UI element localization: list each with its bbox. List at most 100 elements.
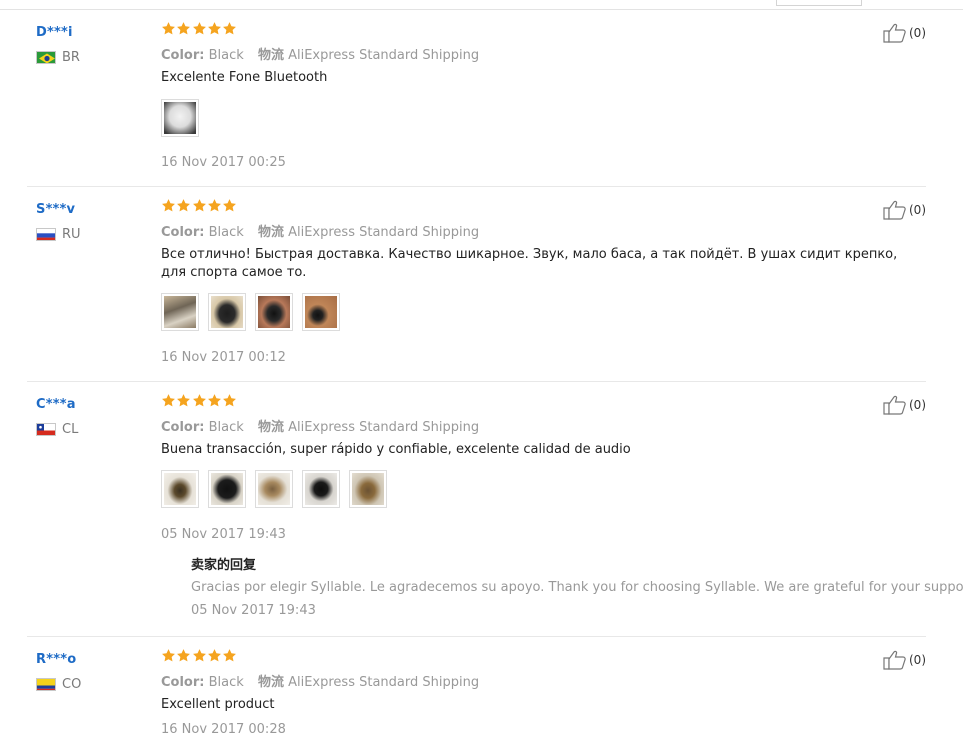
review-photo-thumbnail[interactable] — [208, 470, 246, 508]
helpful-count: (0) — [909, 398, 926, 412]
star-icon — [177, 199, 191, 212]
review-divider — [27, 186, 926, 187]
review-date: 16 Nov 2017 00:12 — [161, 350, 286, 365]
review-photos — [161, 293, 349, 331]
review-text: Excellent product — [161, 697, 275, 712]
color-value: Black — [208, 675, 244, 690]
review-photo-thumbnail[interactable] — [161, 99, 199, 137]
review-attributes: Color: Black 物流 AliExpress Standard Ship… — [161, 44, 479, 63]
shipping-value: AliExpress Standard Shipping — [288, 225, 480, 240]
brazil-flag-icon — [36, 50, 56, 64]
helpful-button[interactable]: (0) — [883, 395, 926, 415]
seller-reply-text: Gracias por elegir Syllable. Le agradece… — [191, 580, 963, 595]
helpful-count: (0) — [909, 26, 926, 40]
sort-dropdown-edge[interactable] — [776, 0, 862, 6]
review-text: Buena transacción, super rápido y confia… — [161, 442, 631, 457]
color-value: Black — [208, 420, 244, 435]
thumbs-up-icon — [883, 23, 906, 43]
star-icon — [162, 22, 175, 35]
colombia-flag-icon — [36, 677, 56, 691]
star-icon — [177, 394, 191, 407]
helpful-button[interactable]: (0) — [883, 650, 926, 670]
top-divider — [0, 9, 963, 10]
color-label: Color: — [161, 48, 205, 63]
star-icon — [207, 199, 221, 212]
seller-reply-date: 05 Nov 2017 19:43 — [191, 603, 316, 618]
review-photos — [161, 99, 208, 137]
color-label: Color: — [161, 225, 205, 240]
thumbs-up-icon — [883, 650, 906, 670]
star-icon — [177, 649, 191, 662]
helpful-button[interactable]: (0) — [883, 23, 926, 43]
helpful-count: (0) — [909, 203, 926, 217]
review-date: 16 Nov 2017 00:25 — [161, 155, 286, 170]
star-icon — [192, 394, 206, 407]
review-photo-thumbnail[interactable] — [302, 293, 340, 331]
color-label: Color: — [161, 675, 205, 690]
seller-reply: 卖家的回复 Gracias por elegir Syllable. Le ag… — [191, 554, 963, 618]
review-photo-thumbnail[interactable] — [302, 470, 340, 508]
reviewer-name[interactable]: R***o — [36, 652, 76, 667]
star-icon — [192, 649, 206, 662]
country-code: CO — [62, 676, 82, 692]
reviewer-name[interactable]: C***a — [36, 397, 76, 412]
review-photo-thumbnail[interactable] — [161, 293, 199, 331]
review-attributes: Color: Black 物流 AliExpress Standard Ship… — [161, 221, 479, 240]
reviewer-name[interactable]: S***v — [36, 202, 75, 217]
reviewer-country: CO — [36, 676, 82, 692]
review-attributes: Color: Black 物流 AliExpress Standard Ship… — [161, 416, 479, 435]
shipping-label: 物流 — [257, 420, 284, 435]
helpful-button[interactable]: (0) — [883, 200, 926, 220]
star-icon — [223, 394, 237, 407]
shipping-value: AliExpress Standard Shipping — [288, 48, 480, 63]
chile-flag-icon — [36, 422, 56, 436]
star-icon — [207, 649, 221, 662]
seller-reply-title: 卖家的回复 — [191, 558, 257, 573]
review-photo-thumbnail[interactable] — [255, 293, 293, 331]
review-item: D***i BR Color: Black 物流 AliExpress Stan… — [27, 22, 926, 175]
thumbs-up-icon — [883, 395, 906, 415]
review-date: 16 Nov 2017 00:28 — [161, 722, 286, 737]
star-rating — [161, 393, 237, 411]
shipping-label: 物流 — [257, 225, 284, 240]
review-item: C***a CL Color: Black 物流 AliExpress Stan… — [27, 394, 963, 627]
review-item: S***v RU Color: Black 物流 AliExpress Stan… — [27, 199, 926, 372]
color-value: Black — [208, 48, 244, 63]
review-photo-thumbnail[interactable] — [349, 470, 387, 508]
star-icon — [223, 22, 237, 35]
review-text: Excelente Fone Bluetooth — [161, 70, 328, 85]
reviewer-country: RU — [36, 227, 81, 242]
thumbs-up-icon — [883, 200, 906, 220]
star-icon — [177, 22, 191, 35]
country-code: BR — [62, 49, 80, 65]
review-photos — [161, 470, 396, 508]
helpful-count: (0) — [909, 653, 926, 667]
star-icon — [192, 22, 206, 35]
reviewer-name[interactable]: D***i — [36, 25, 73, 40]
star-rating — [161, 198, 237, 216]
color-label: Color: — [161, 420, 205, 435]
star-icon — [223, 649, 237, 662]
review-photo-thumbnail[interactable] — [161, 470, 199, 508]
review-item: R***o CO Color: Black 物流 AliExpress Stan… — [27, 649, 926, 742]
star-icon — [162, 394, 175, 407]
shipping-value: AliExpress Standard Shipping — [288, 675, 480, 690]
star-icon — [162, 649, 175, 662]
review-attributes: Color: Black 物流 AliExpress Standard Ship… — [161, 671, 479, 690]
review-divider — [27, 381, 926, 382]
reviewer-country: CL — [36, 421, 79, 437]
shipping-label: 物流 — [257, 675, 284, 690]
russia-flag-icon — [36, 227, 56, 241]
review-divider — [27, 636, 926, 637]
star-icon — [223, 199, 237, 212]
review-text: Все отлично! Быстрая доставка. Качество … — [161, 247, 898, 280]
review-date: 05 Nov 2017 19:43 — [161, 527, 286, 542]
review-photo-thumbnail[interactable] — [208, 293, 246, 331]
shipping-label: 物流 — [257, 48, 284, 63]
color-value: Black — [208, 225, 244, 240]
country-code: CL — [62, 421, 79, 437]
star-icon — [162, 199, 175, 212]
review-photo-thumbnail[interactable] — [255, 470, 293, 508]
star-icon — [192, 199, 206, 212]
shipping-value: AliExpress Standard Shipping — [288, 420, 480, 435]
